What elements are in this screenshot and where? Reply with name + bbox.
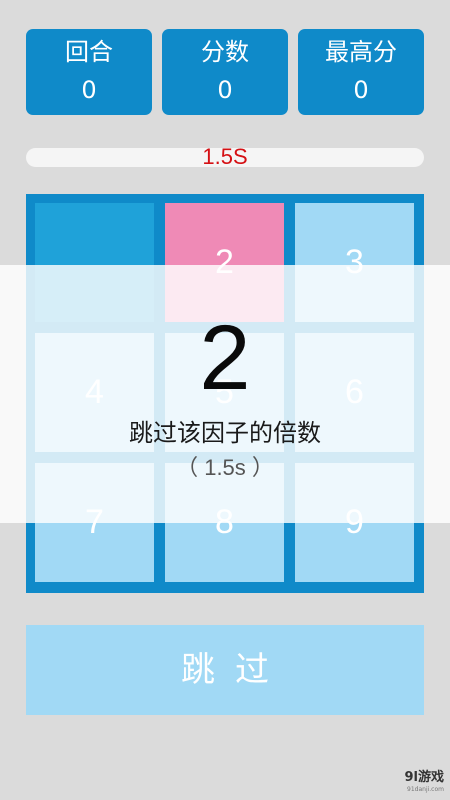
score-value: 0 <box>217 76 233 104</box>
factor-overlay: 2 跳过该因子的倍数 （ 1.5s ） <box>0 265 450 523</box>
watermark-brand: 9l游戏 <box>404 770 444 785</box>
round-value: 0 <box>81 76 97 104</box>
rule-time: （ 1.5s ） <box>176 455 274 480</box>
stats-bar: 回合 0 分数 0 最高分 0 <box>26 29 424 115</box>
best-score-label: 最高分 <box>325 38 397 66</box>
rule-hint: 跳过该因子的倍数 <box>129 419 321 447</box>
round-panel: 回合 0 <box>26 29 152 115</box>
score-panel: 分数 0 <box>162 29 288 115</box>
score-label: 分数 <box>201 38 249 66</box>
best-score-value: 0 <box>353 76 369 104</box>
timer-text: 1.5S <box>202 144 248 169</box>
watermark-logo: 9l游戏 91danji.com <box>404 770 444 796</box>
watermark-site: 91danji.com <box>407 786 444 793</box>
best-score-panel: 最高分 0 <box>298 29 424 115</box>
factor-number: 2 <box>199 307 251 409</box>
skip-button[interactable]: 跳过 <box>26 625 424 715</box>
round-label: 回合 <box>65 38 113 66</box>
